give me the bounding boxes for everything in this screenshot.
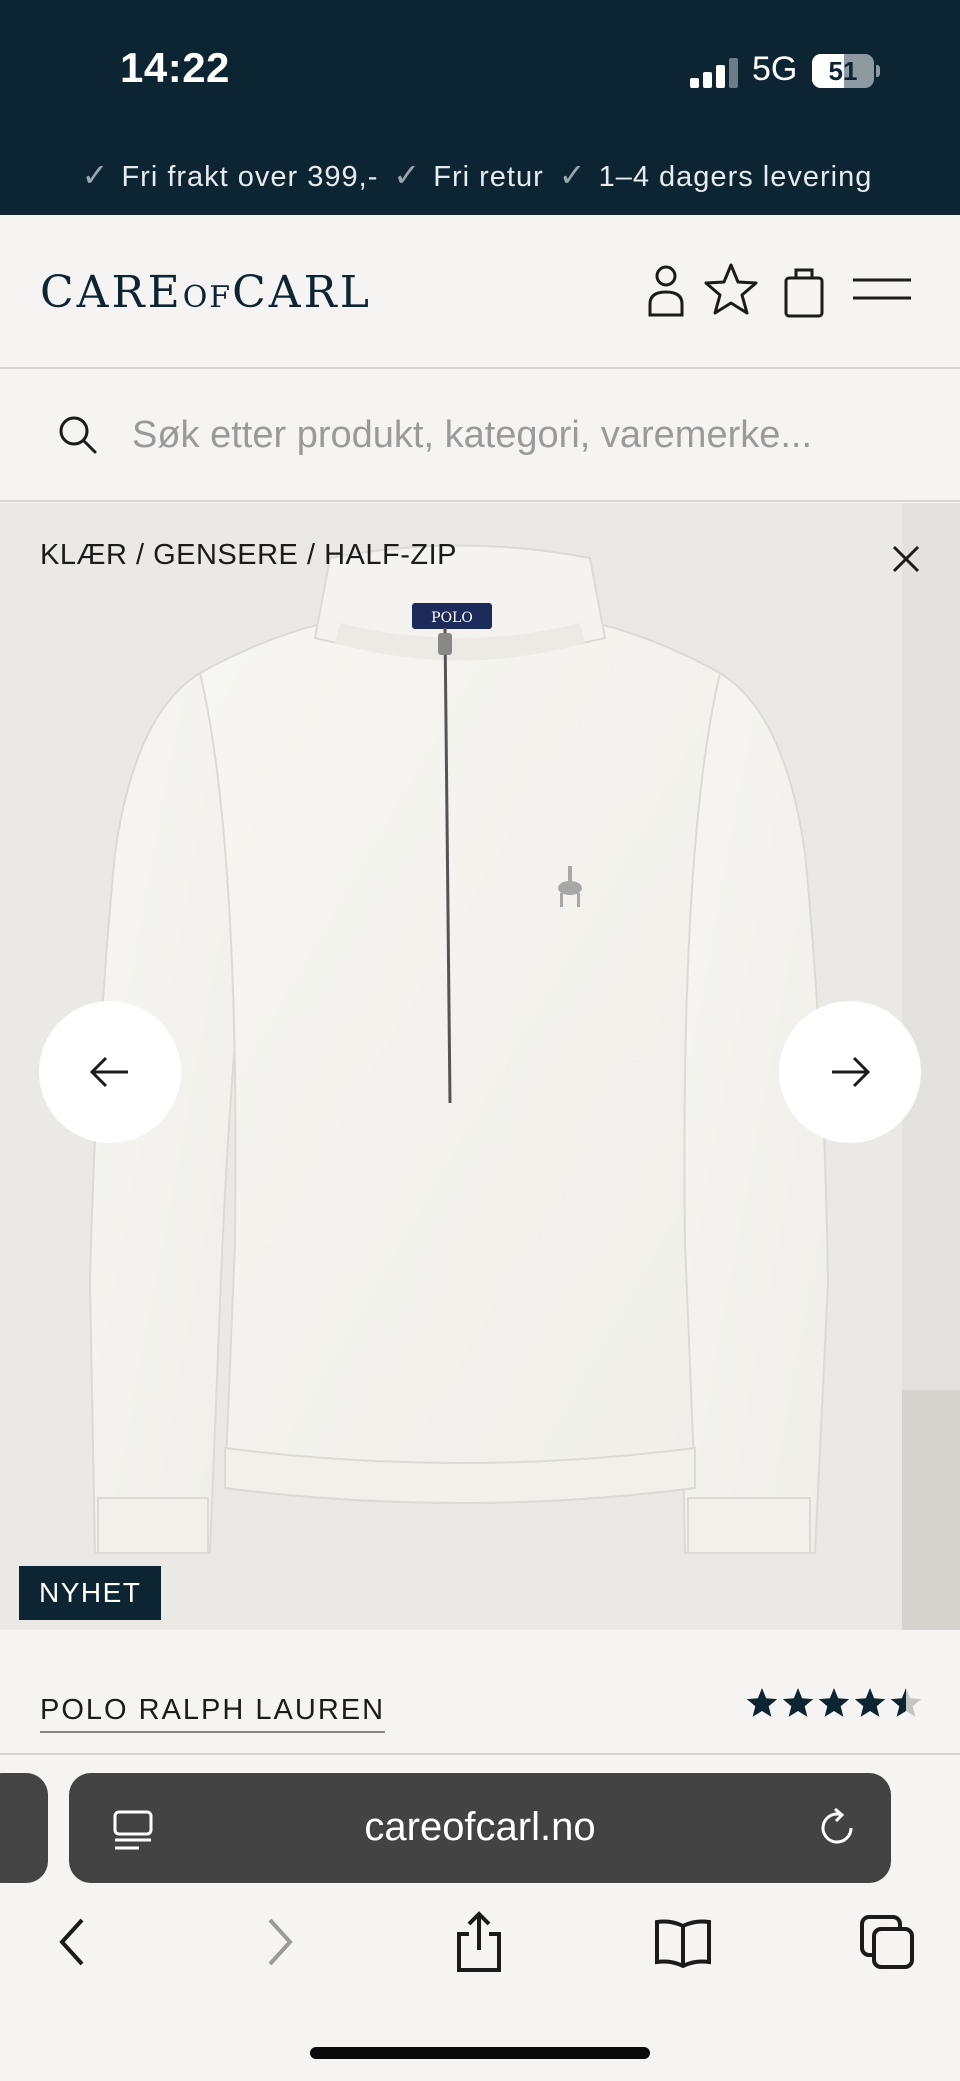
star-icon <box>818 1688 850 1717</box>
site-logo[interactable]: CAREOFCARL <box>40 267 372 318</box>
battery-tip <box>876 65 880 77</box>
promo-item: 1–4 dagers levering <box>598 161 873 193</box>
status-time: 14:22 <box>120 44 230 91</box>
star-icon <box>746 1688 778 1717</box>
breadcrumb[interactable]: KLÆR / GENSERE / HALF-ZIP <box>40 539 457 572</box>
tabs-icon <box>860 1915 914 1969</box>
share-button[interactable] <box>444 1907 514 1977</box>
browser-toolbar: careofcarl.no <box>0 1757 960 2081</box>
logo-word: CARL <box>232 267 372 318</box>
product-brand-row: POLO RALPH LAUREN <box>0 1630 960 1755</box>
search-input[interactable] <box>132 405 912 465</box>
logo-word: OF <box>182 280 233 315</box>
promo-item: Fri retur <box>433 161 544 193</box>
tabs-button[interactable] <box>852 1907 922 1977</box>
rating-stars[interactable] <box>744 1686 924 1722</box>
star-icon <box>782 1688 814 1717</box>
promo-item: Fri frakt over 399,- <box>121 161 379 193</box>
account-icon[interactable] <box>636 260 696 320</box>
next-image-button[interactable] <box>779 1001 921 1143</box>
arrow-left-icon <box>89 1056 128 1088</box>
network-type: 5G <box>752 50 798 88</box>
home-indicator <box>310 2047 650 2059</box>
address-bar[interactable]: careofcarl.no <box>69 1773 891 1883</box>
url-text: careofcarl.no <box>364 1805 596 1849</box>
search-bar <box>0 371 960 502</box>
star-icon <box>854 1688 886 1717</box>
product-gallery[interactable]: POLO KLÆR / GENSERE / HALF-ZIP NYHET <box>0 503 960 1630</box>
previous-image-button[interactable] <box>39 1001 181 1143</box>
bookmarks-button[interactable] <box>648 1907 718 1977</box>
star-icon <box>890 1688 922 1717</box>
check-icon: ✓ <box>558 157 587 193</box>
book-icon <box>655 1919 711 1968</box>
share-icon <box>457 1911 501 1972</box>
page: 14:22 5G 51 ✓ Fri frakt over 399,- ✓ Fri r… <box>0 0 960 2081</box>
search-icon <box>56 413 98 455</box>
battery-icon: 51 <box>812 54 874 88</box>
battery-level: 51 <box>828 56 858 86</box>
back-button[interactable] <box>37 1907 107 1977</box>
close-icon[interactable] <box>886 539 926 579</box>
signal-icon <box>690 58 738 88</box>
reload-icon[interactable] <box>815 1806 859 1850</box>
shopping-bag-icon[interactable] <box>774 260 834 320</box>
new-badge: NYHET <box>19 1566 162 1620</box>
check-icon: ✓ <box>81 157 110 193</box>
check-icon: ✓ <box>393 157 422 193</box>
forward-button[interactable] <box>245 1907 315 1977</box>
collar-label: POLO <box>431 610 473 626</box>
product-image: POLO <box>88 544 830 1554</box>
chevron-left-icon <box>59 1918 84 1966</box>
previous-tab-preview[interactable] <box>0 1773 48 1883</box>
logo-word: CARE <box>40 267 183 318</box>
site-header: CAREOFCARL <box>0 215 960 369</box>
wishlist-star-icon[interactable] <box>701 260 761 320</box>
arrow-right-icon <box>832 1056 871 1088</box>
brand-link[interactable]: POLO RALPH LAUREN <box>40 1694 386 1733</box>
promo-bar: ✓ Fri frakt over 399,- ✓ Fri retur ✓ 1–4 da… <box>0 156 960 194</box>
chevron-right-icon <box>268 1918 293 1966</box>
top-banner: 14:22 5G 51 ✓ Fri frakt over 399,- ✓ Fri r… <box>0 0 960 215</box>
menu-icon[interactable] <box>850 260 914 320</box>
